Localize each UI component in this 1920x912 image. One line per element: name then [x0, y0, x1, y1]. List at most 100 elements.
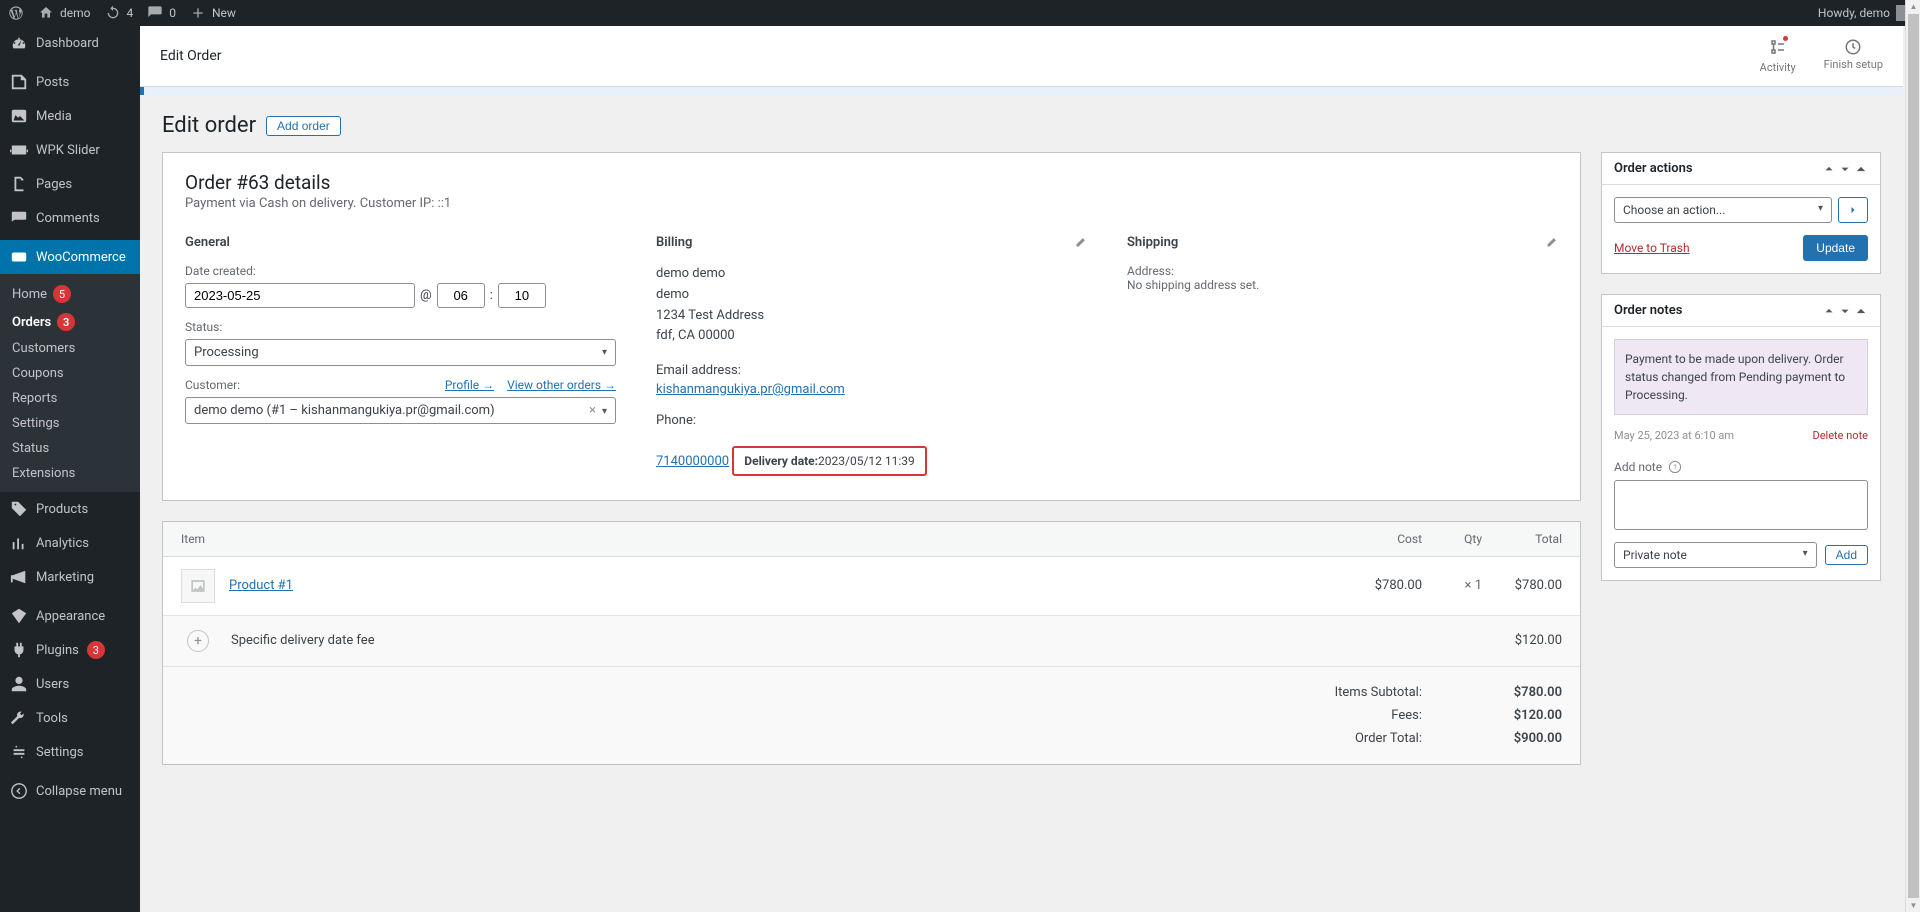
- pencil-icon[interactable]: [1073, 236, 1087, 250]
- chevron-up-icon[interactable]: [1822, 162, 1836, 176]
- chevron-down-icon[interactable]: [1838, 304, 1852, 318]
- scrollbar[interactable]: [1905, 0, 1920, 912]
- page-title: Edit order: [162, 113, 256, 138]
- submenu-status[interactable]: Status: [0, 436, 140, 461]
- product-link[interactable]: Product #1: [229, 578, 293, 593]
- item-cost: $780.00: [1342, 578, 1422, 593]
- order-details-box: Order #63 details Payment via Cash on de…: [162, 152, 1581, 501]
- phone-label: Phone:: [656, 411, 1087, 432]
- menu-appearance[interactable]: Appearance: [0, 599, 140, 633]
- submenu-reports[interactable]: Reports: [0, 386, 140, 411]
- home-badge: 5: [53, 285, 71, 303]
- clear-customer-icon[interactable]: ×: [589, 403, 596, 418]
- plus-circle-icon: +: [187, 630, 209, 652]
- howdy-link[interactable]: Howdy, demo: [1818, 5, 1912, 21]
- menu-media[interactable]: Media: [0, 99, 140, 133]
- menu-products[interactable]: Products: [0, 492, 140, 526]
- submenu-settings[interactable]: Settings: [0, 411, 140, 436]
- submenu-customers[interactable]: Customers: [0, 336, 140, 361]
- menu-pages[interactable]: Pages: [0, 167, 140, 201]
- header-cost: Cost: [1342, 532, 1422, 546]
- menu-wpk-slider[interactable]: WPK Slider: [0, 133, 140, 167]
- submenu-extensions[interactable]: Extensions: [0, 461, 140, 486]
- menu-dashboard[interactable]: Dashboard: [0, 26, 140, 60]
- billing-email-link[interactable]: kishanmangukiya.pr@gmail.com: [656, 382, 845, 397]
- caret-up-icon[interactable]: [1854, 304, 1868, 318]
- pencil-icon[interactable]: [1544, 236, 1558, 250]
- totals-section: Items Subtotal:$780.00 Fees:$120.00 Orde…: [163, 667, 1580, 764]
- site-home-link[interactable]: demo: [38, 5, 91, 21]
- updates-link[interactable]: 4: [105, 5, 134, 21]
- orders-badge: 3: [57, 313, 75, 331]
- submenu-orders[interactable]: Orders3: [0, 308, 140, 336]
- add-note-button[interactable]: Add: [1825, 545, 1868, 565]
- order-actions-box: Order actions Choose an action... ▾: [1601, 152, 1881, 274]
- status-select[interactable]: Processing ▾: [185, 339, 616, 366]
- menu-settings[interactable]: Settings: [0, 735, 140, 769]
- billing-section: Billing demo demo demo 1234 Test Address…: [656, 235, 1087, 476]
- menu-users[interactable]: Users: [0, 667, 140, 701]
- hour-input[interactable]: [437, 283, 485, 308]
- billing-phone-link[interactable]: 7140000000: [656, 454, 729, 469]
- menu-woocommerce[interactable]: WooCommerce: [0, 240, 140, 274]
- new-link[interactable]: New: [190, 5, 236, 21]
- menu-plugins[interactable]: Plugins3: [0, 633, 140, 667]
- chevron-down-icon[interactable]: [1838, 162, 1852, 176]
- order-actions-title: Order actions: [1614, 161, 1693, 176]
- fees-label: Fees:: [1391, 708, 1422, 723]
- customer-select[interactable]: demo demo (#1 – kishanmangukiya.pr@gmail…: [185, 397, 616, 424]
- finish-setup-button[interactable]: Finish setup: [1824, 38, 1883, 74]
- help-icon[interactable]: ?: [1668, 460, 1682, 474]
- note-textarea[interactable]: [1614, 480, 1868, 530]
- svg-text:?: ?: [1673, 464, 1677, 472]
- general-section: General Date created: @ :: [185, 235, 616, 476]
- order-action-select[interactable]: Choose an action... ▾: [1614, 197, 1832, 223]
- chevron-up-icon[interactable]: [1822, 304, 1836, 318]
- general-heading: General: [185, 235, 616, 250]
- menu-posts[interactable]: Posts: [0, 65, 140, 99]
- caret-up-icon[interactable]: [1854, 162, 1868, 176]
- submenu-woocommerce: Home5 Orders3 Customers Coupons Reports …: [0, 274, 140, 492]
- wp-logo-icon[interactable]: [8, 5, 24, 21]
- billing-heading: Billing: [656, 235, 692, 250]
- note-item: Payment to be made upon delivery. Order …: [1614, 339, 1868, 415]
- delivery-date-box: Delivery date:2023/05/12 11:39: [732, 446, 926, 476]
- submenu-coupons[interactable]: Coupons: [0, 361, 140, 386]
- update-button[interactable]: Update: [1803, 235, 1868, 261]
- menu-tools[interactable]: Tools: [0, 701, 140, 735]
- wp-admin-bar: demo 4 0 New Howdy, demo: [0, 0, 1920, 26]
- profile-link[interactable]: Profile →: [445, 378, 494, 392]
- menu-collapse[interactable]: Collapse menu: [0, 774, 140, 808]
- add-order-button[interactable]: Add order: [266, 116, 341, 136]
- menu-marketing[interactable]: Marketing: [0, 560, 140, 594]
- note-meta: May 25, 2023 at 6:10 am Delete note: [1614, 429, 1868, 442]
- add-note-label: Add note ?: [1614, 460, 1868, 474]
- shipping-no-addr: No shipping address set.: [1127, 278, 1558, 292]
- items-header: Item Cost Qty Total: [163, 522, 1580, 557]
- order-items-box: Item Cost Qty Total Product #1 $780.00 ×…: [162, 521, 1581, 765]
- submenu-home[interactable]: Home5: [0, 280, 140, 308]
- move-to-trash-link[interactable]: Move to Trash: [1614, 241, 1690, 255]
- menu-analytics[interactable]: Analytics: [0, 526, 140, 560]
- comments-link[interactable]: 0: [147, 5, 176, 21]
- fees-value: $120.00: [1462, 708, 1562, 723]
- note-type-select[interactable]: Private note ▾: [1614, 542, 1817, 568]
- delete-note-link[interactable]: Delete note: [1813, 429, 1869, 442]
- status-label: Status:: [185, 320, 616, 334]
- apply-action-button[interactable]: [1838, 197, 1868, 223]
- order-title: Order #63 details: [185, 171, 1558, 194]
- menu-comments[interactable]: Comments: [0, 201, 140, 235]
- fee-name: Specific delivery date fee: [231, 633, 1482, 648]
- minute-input[interactable]: [498, 283, 546, 308]
- subtotal-label: Items Subtotal:: [1335, 685, 1422, 700]
- screen-header: Edit Order Activity Finish setup: [140, 26, 1903, 87]
- item-total: $780.00: [1482, 578, 1562, 593]
- activity-button[interactable]: Activity: [1760, 38, 1796, 74]
- new-label: New: [212, 6, 236, 20]
- view-other-orders-link[interactable]: View other orders →: [507, 378, 616, 392]
- howdy-text: Howdy, demo: [1818, 6, 1890, 20]
- screen-header-title: Edit Order: [160, 48, 222, 64]
- subtotal-value: $780.00: [1462, 685, 1562, 700]
- date-input[interactable]: [185, 283, 415, 308]
- scrollbar-thumb[interactable]: [1908, 14, 1919, 898]
